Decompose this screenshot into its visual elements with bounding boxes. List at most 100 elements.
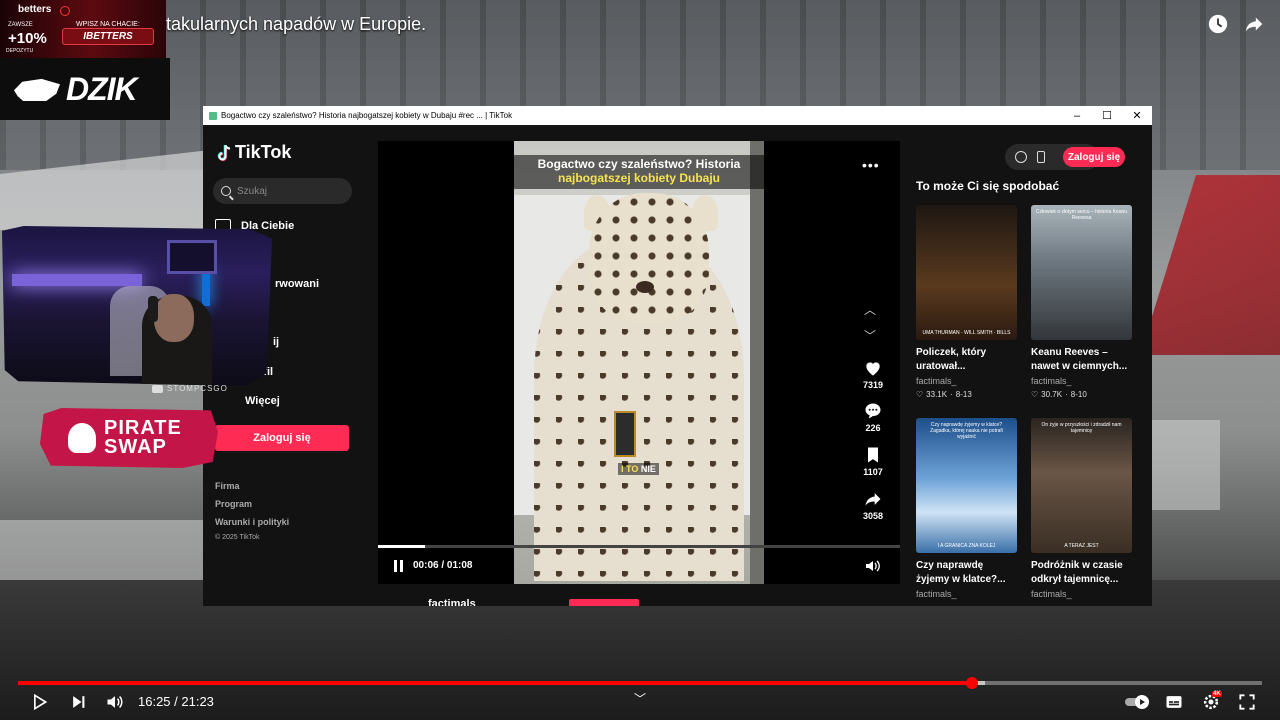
- play-icon: [34, 693, 48, 711]
- youtube-icon: [152, 384, 163, 393]
- video-frame: Bogactwo czy szaleństwo? Historia najbog…: [514, 141, 764, 584]
- pirate-swap-ad: PIRATE SWAP: [40, 408, 218, 468]
- rec-author: factimals_: [1031, 376, 1072, 386]
- rec-card[interactable]: UMA THURMAN · WILL SMITH · BILLS Policze…: [916, 205, 1017, 399]
- rec-author: factimals_: [1031, 589, 1072, 599]
- sidebar-item-label: ij: [273, 336, 280, 348]
- video-player[interactable]: Bogactwo czy szaleństwo? Historia najbog…: [378, 141, 900, 584]
- bookmark-icon: [868, 447, 878, 463]
- next-button[interactable]: [68, 691, 90, 713]
- pirate-swap-logo: PIRATE SWAP: [104, 417, 182, 458]
- window-titlebar: Bogactwo czy szaleństwo? Historia najbog…: [203, 106, 1152, 125]
- dzik-logo-text: DZIK: [66, 70, 138, 107]
- footer-link-program[interactable]: Program: [215, 499, 252, 509]
- subtitles-button[interactable]: [1163, 691, 1185, 713]
- recommendations-heading: To może Ci się spodobać: [916, 179, 1060, 193]
- fullscreen-button[interactable]: [1236, 691, 1258, 713]
- login-top-button[interactable]: Zaloguj się: [1063, 147, 1125, 167]
- pause-icon[interactable]: [394, 560, 406, 572]
- rec-thumb-bottom-text: UMA THURMAN · WILL SMITH · BILLS: [922, 330, 1011, 336]
- mute-button[interactable]: [104, 691, 126, 713]
- follow-button[interactable]: [569, 599, 639, 606]
- like-button[interactable]: 7319: [855, 358, 891, 390]
- rec-stats: ♡ 33.1K · 8-13: [916, 390, 972, 399]
- tiktok-logo[interactable]: TikTok: [217, 142, 291, 163]
- betters-ad-banner: betters ZAWSZE +10% DEPOZYTU WPISZ NA CH…: [0, 0, 166, 58]
- watch-later-icon[interactable]: [1206, 12, 1230, 36]
- comment-count: 226: [865, 423, 881, 433]
- search-input[interactable]: Szukaj: [213, 178, 352, 204]
- search-placeholder: Szukaj: [237, 185, 268, 197]
- share-icon[interactable]: [1242, 12, 1266, 36]
- led-shelf: [12, 274, 142, 286]
- video-author[interactable]: factimals: [428, 598, 476, 606]
- rec-card[interactable]: Człowiek o złotym sercu – historia Keanu…: [1031, 205, 1132, 399]
- subtitle-highlight: I TO: [621, 464, 639, 474]
- rec-card[interactable]: On żyje w przyszłości i zdradził nam taj…: [1031, 418, 1132, 599]
- rec-author: factimals_: [916, 376, 957, 386]
- volume-icon[interactable]: [865, 559, 881, 573]
- like-count: 7319: [862, 380, 884, 390]
- rec-author: factimals_: [916, 589, 957, 599]
- betters-promo-code: IBETTERS: [62, 28, 154, 45]
- rec-stats: ♡ 30.7K · 8-10: [1031, 390, 1087, 399]
- comment-icon: [865, 403, 881, 419]
- video-time: 00:06 / 01:08: [413, 560, 473, 571]
- chevron-down-icon[interactable]: ﹀: [864, 327, 876, 344]
- youtube-progress-played: [18, 681, 973, 685]
- share-count: 3058: [862, 511, 884, 521]
- caption-line-2: najbogatszej kobiety Dubaju: [557, 171, 721, 185]
- share-button[interactable]: 3058: [855, 489, 891, 521]
- rec-card[interactable]: Czy naprawdę żyjemy w klatce? Zagadka, k…: [916, 418, 1017, 599]
- betters-promo-line: WPISZ NA CHACIE:: [76, 21, 140, 28]
- share-arrow-icon: [865, 493, 881, 506]
- save-button[interactable]: 1107: [855, 445, 891, 477]
- sidebar-item-label: Więcej: [245, 395, 280, 407]
- autoplay-toggle[interactable]: [1124, 691, 1152, 713]
- video-title[interactable]: takularnych napadów w Europie.: [166, 14, 426, 35]
- settings-button[interactable]: 4K: [1200, 691, 1222, 713]
- autoplay-toggle-icon: [1125, 695, 1149, 709]
- footer-link-company[interactable]: Firma: [215, 481, 240, 491]
- login-button[interactable]: Zaloguj się: [215, 425, 349, 451]
- footer-link-terms[interactable]: Warunki i polityki: [215, 517, 289, 527]
- chevron-down-icon[interactable]: ﹀: [634, 690, 646, 707]
- quality-badge: 4K: [1212, 691, 1222, 697]
- betters-deposit: DEPOZYTU: [6, 48, 34, 54]
- channel-name: STOMPCSGO: [167, 384, 228, 393]
- window-title: Bogactwo czy szaleństwo? Historia najbog…: [221, 111, 513, 120]
- rec-thumb-bottom-text: A TERAZ JEST: [1064, 543, 1099, 549]
- video-subtitle: I TO NIE: [618, 463, 659, 475]
- video-caption: Bogactwo czy szaleństwo? Historia najbog…: [514, 155, 764, 189]
- betters-always: ZAWSZE: [8, 22, 33, 28]
- maximize-button[interactable]: ☐: [1092, 106, 1122, 125]
- compass-icon[interactable]: [1015, 151, 1027, 163]
- plane-tail: [1140, 175, 1280, 355]
- tiktok-note-icon: [217, 144, 231, 161]
- streamer-webcam: [2, 226, 272, 386]
- comment-button[interactable]: 226: [855, 401, 891, 433]
- tiktok-page: TikTok Szukaj Dla Ciebie j rwowani ij Pr…: [203, 125, 1152, 606]
- volume-icon: [107, 696, 123, 708]
- video-progress-bar[interactable]: [378, 545, 900, 548]
- sidebar-item-following[interactable]: rwowani: [275, 278, 319, 290]
- heart-icon: ♡: [916, 390, 924, 399]
- sidebar-item-upload[interactable]: ij: [273, 336, 279, 348]
- costume-nose: [636, 281, 654, 293]
- rec-thumbnail: UMA THURMAN · WILL SMITH · BILLS: [916, 205, 1017, 340]
- betters-bonus-percent: +10%: [8, 30, 47, 47]
- play-button[interactable]: [28, 691, 50, 713]
- rec-thumb-bottom-text: I A GRANICA ZNA KOLEJ: [937, 543, 996, 549]
- rec-caption: Podróżnik w czasie odkrył tajemnicę...: [1031, 560, 1123, 585]
- sidebar-item-more[interactable]: Więcej: [245, 395, 280, 407]
- rec-caption: Czy naprawdę żyjemy w klatce?...: [916, 560, 1006, 585]
- video-window-frame: [750, 141, 764, 584]
- copyright: © 2025 TikTok: [215, 534, 260, 541]
- close-button[interactable]: ✕: [1122, 106, 1152, 125]
- youtube-progress-bar[interactable]: [18, 677, 1262, 689]
- phone-icon[interactable]: [1037, 151, 1045, 163]
- minimize-button[interactable]: –: [1062, 106, 1092, 125]
- more-options-icon[interactable]: •••: [862, 157, 880, 173]
- subtitle-rest: NIE: [638, 464, 656, 474]
- chevron-up-icon[interactable]: ︿: [864, 301, 876, 318]
